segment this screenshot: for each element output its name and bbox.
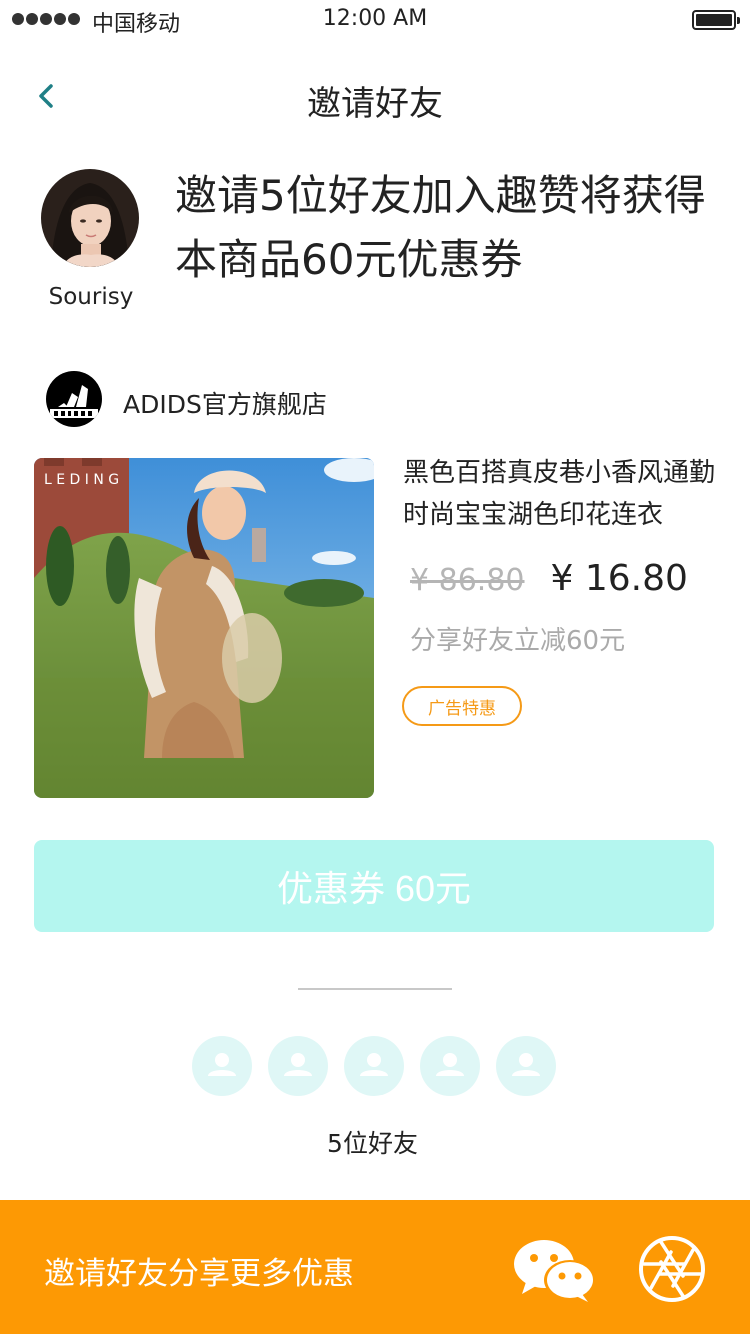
friend-slot[interactable] — [192, 1036, 252, 1096]
status-bar: 中国移动 12:00 AM — [0, 0, 750, 40]
watermark-text: L E D I N G — [44, 472, 119, 488]
product-title[interactable]: 黑色百搭真皮巷小香风通勤时尚宝宝湖色印花连衣 — [403, 452, 723, 536]
bottom-share-bar: 邀请好友分享更多优惠 — [0, 1200, 750, 1334]
user-icon — [512, 1053, 540, 1076]
avatar[interactable] — [41, 169, 139, 267]
price-row: ¥ 86.80 ¥ 16.80 — [410, 558, 688, 599]
status-time: 12:00 AM — [322, 6, 428, 31]
share-discount-note: 分享好友立减60元 — [410, 626, 626, 656]
adidas-logo[interactable] — [46, 371, 102, 427]
friend-slot[interactable] — [496, 1036, 556, 1096]
wechat-icon[interactable] — [512, 1238, 598, 1304]
user-icon — [360, 1053, 388, 1076]
user-icon — [208, 1053, 236, 1076]
user-icon — [436, 1053, 464, 1076]
inviter-name: Sourisy — [48, 284, 134, 310]
invite-share-text[interactable]: 邀请好友分享更多优惠 — [44, 1248, 354, 1293]
user-icon — [284, 1053, 312, 1076]
price-original: ¥ 86.80 — [410, 563, 525, 598]
friend-slot[interactable] — [420, 1036, 480, 1096]
product-image[interactable]: L E D I N G — [34, 458, 374, 798]
friend-slot[interactable] — [344, 1036, 404, 1096]
divider — [298, 988, 452, 990]
friend-slots — [192, 1036, 556, 1096]
friends-count-label: 5位好友 — [327, 1129, 418, 1158]
ad-special-badge: 广告特惠 — [402, 686, 522, 726]
friend-slot[interactable] — [268, 1036, 328, 1096]
shop-name[interactable]: ADIDS官方旗舰店 — [123, 385, 327, 421]
coupon-button[interactable]: 优惠券 60元 — [34, 840, 714, 932]
moments-aperture-icon[interactable] — [637, 1234, 707, 1304]
invite-headline: 邀请5位好友加入趣赞将获得本商品60元优惠券 — [175, 171, 706, 284]
page-title: 邀请好友 — [307, 84, 443, 124]
nav-bar: 邀请好友 — [0, 62, 750, 130]
price-current: ¥ 16.80 — [550, 558, 688, 599]
battery-icon — [692, 10, 740, 30]
